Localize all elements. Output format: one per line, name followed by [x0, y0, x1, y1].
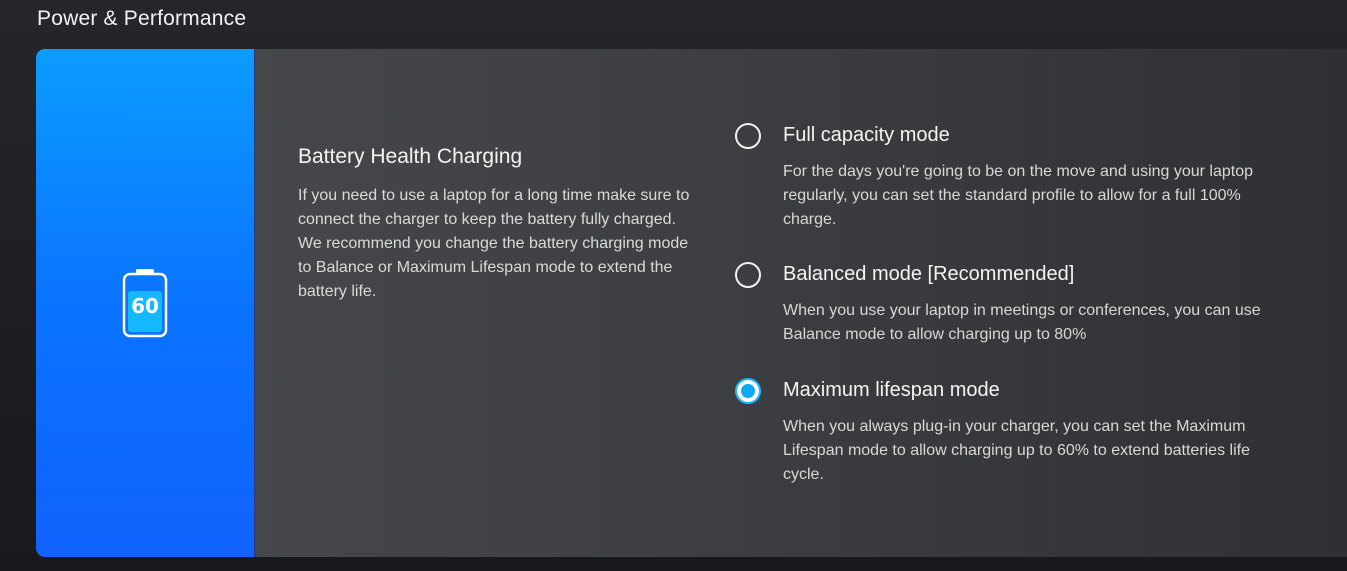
option-label: Maximum lifespan mode	[783, 379, 1000, 401]
page-title: Power & Performance	[37, 7, 247, 30]
radio-balanced[interactable]	[735, 262, 761, 288]
option-description: For the days you're going to be on the m…	[783, 163, 1254, 228]
option-label: Full capacity mode	[783, 124, 950, 146]
feature-banner: 60	[36, 49, 255, 557]
section-description: If you need to use a laptop for a long t…	[298, 187, 690, 300]
option-description: When you always plug-in your charger, yo…	[783, 418, 1250, 483]
battery-health-card: 60 Battery Health Charging If you need t…	[36, 49, 1347, 557]
section-title: Battery Health Charging	[298, 145, 523, 168]
option-label: Balanced mode [Recommended]	[783, 263, 1075, 285]
intro-section: Battery Health Charging If you need to u…	[298, 145, 698, 304]
battery-level-label: 60	[131, 294, 159, 318]
option-description: When you use your laptop in meetings or …	[783, 302, 1261, 343]
battery-icon: 60	[122, 268, 168, 338]
radio-full-capacity[interactable]	[735, 123, 761, 149]
radio-maximum-lifespan[interactable]	[735, 378, 761, 404]
radio-selected-dot	[741, 384, 755, 398]
settings-content: Battery Health Charging If you need to u…	[255, 49, 1347, 557]
